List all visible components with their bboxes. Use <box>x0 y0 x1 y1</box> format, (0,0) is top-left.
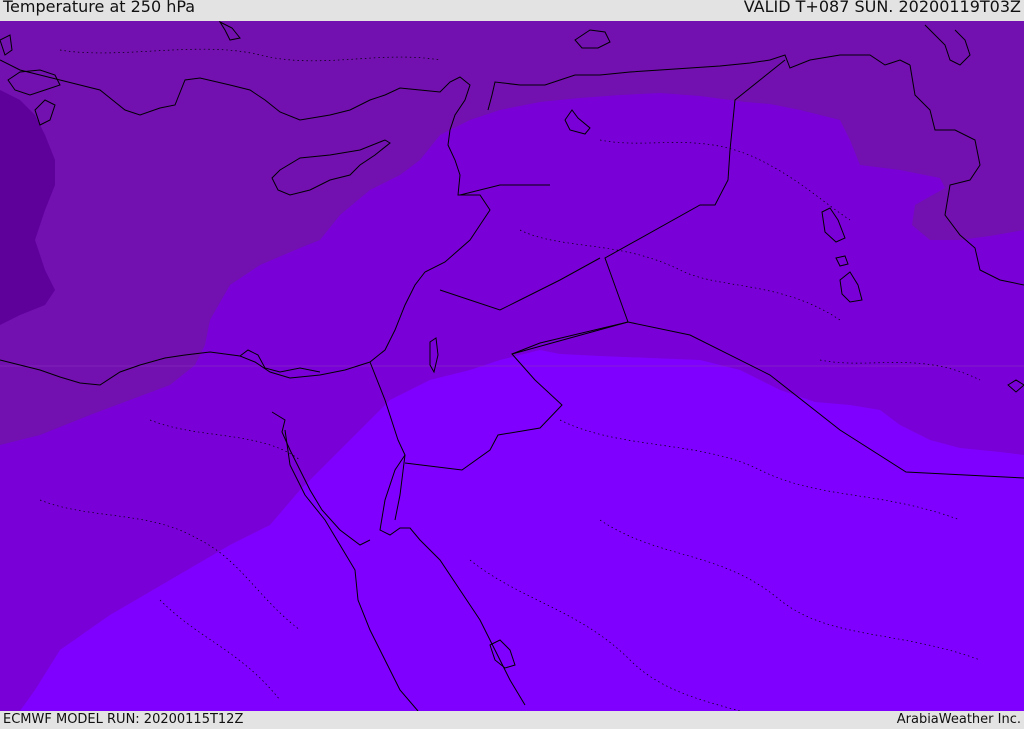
map-footer: ECMWF MODEL RUN: 20200115T12Z ArabiaWeat… <box>0 711 1024 729</box>
credit-label: ArabiaWeather Inc. <box>896 712 1021 727</box>
map-title: Temperature at 250 hPa <box>3 0 196 16</box>
map-canvas <box>0 21 1024 711</box>
valid-time-label: VALID T+087 SUN. 20200119T03Z <box>743 0 1021 16</box>
map-header: Temperature at 250 hPa VALID T+087 SUN. … <box>0 0 1024 21</box>
temperature-map[interactable] <box>0 21 1024 711</box>
model-run-label: ECMWF MODEL RUN: 20200115T12Z <box>3 712 244 727</box>
